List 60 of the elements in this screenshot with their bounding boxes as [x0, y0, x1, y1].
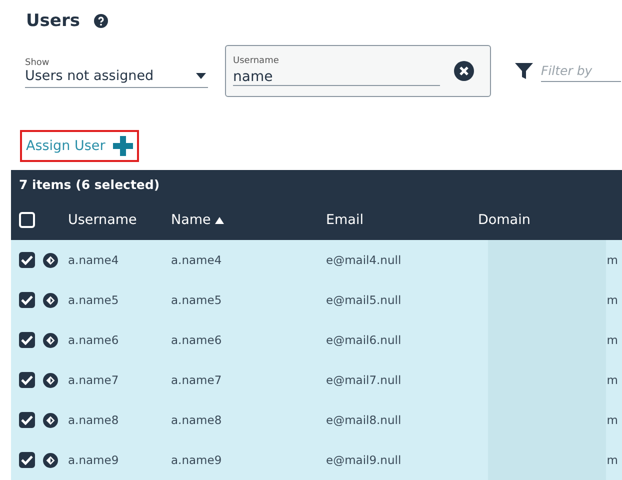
- table-cell-text: a.name9: [171, 453, 223, 467]
- column-header[interactable]: Email: [326, 212, 478, 228]
- row-checkbox[interactable]: [19, 292, 35, 308]
- filter-icon[interactable]: [515, 62, 533, 80]
- table-cell-text: a.name6: [68, 333, 120, 347]
- help-icon[interactable]: [94, 14, 108, 28]
- caret-icon: [196, 73, 206, 79]
- column-header[interactable]: Username: [68, 212, 171, 228]
- table-cell: m: [606, 453, 618, 467]
- table-cell-text: a.name8: [68, 413, 120, 427]
- table-cell-text: a.name7: [171, 373, 223, 387]
- table-row[interactable]: a.name5 a.name5 e@mail5.null m: [11, 280, 622, 320]
- row-checkbox[interactable]: [19, 412, 35, 428]
- diamond-icon: [43, 252, 58, 268]
- table-cell-text: e@mail8.null: [326, 413, 402, 427]
- table-cell-text: e@mail9.null: [326, 453, 402, 467]
- table-cell-text: e@mail4.null: [326, 253, 402, 267]
- page-title: Users: [26, 11, 80, 31]
- table-cell-text: a.name7: [68, 373, 120, 387]
- table-cell: m: [606, 413, 618, 427]
- table-cell-text: a.name5: [171, 293, 223, 307]
- table-cell-text: a.name4: [171, 253, 223, 267]
- row-checkbox[interactable]: [19, 452, 35, 468]
- diamond-icon: [43, 412, 58, 428]
- table-cell: m: [606, 293, 618, 307]
- table-cell-text: e@mail6.null: [326, 333, 402, 347]
- table-row[interactable]: a.name4 a.name4 e@mail4.null m: [11, 240, 622, 280]
- sort-ascending-icon: [214, 217, 224, 224]
- table-row[interactable]: a.name7 a.name7 e@mail7.null m: [11, 360, 622, 400]
- select-all-checkbox[interactable]: [19, 212, 35, 228]
- table-cell-text: e@mail7.null: [326, 373, 402, 387]
- diamond-icon: [43, 452, 58, 468]
- show-dropdown[interactable]: Show Users not assigned: [25, 58, 208, 88]
- filter-field[interactable]: Filter by: [541, 60, 621, 82]
- selection-summary: 7 items (6 selected): [18, 176, 161, 194]
- table-cell: m: [606, 373, 618, 387]
- row-checkbox[interactable]: [19, 372, 35, 388]
- table-cell-text: a.name4: [68, 253, 120, 267]
- table-row[interactable]: a.name9 a.name9 e@mail9.null m: [11, 440, 622, 480]
- table-cell-text: a.name8: [171, 413, 223, 427]
- table-cell-text: a.name6: [171, 333, 223, 347]
- table-cell-text: e@mail5.null: [326, 293, 402, 307]
- column-header[interactable]: Name: [171, 212, 326, 228]
- plus-icon: [113, 136, 134, 156]
- table-cell: m: [606, 333, 618, 347]
- diamond-icon: [43, 332, 58, 348]
- clear-icon[interactable]: [454, 61, 474, 81]
- assign-user-button[interactable]: Assign User: [20, 130, 140, 162]
- column-header[interactable]: Domain: [478, 212, 618, 228]
- table-cell: m: [606, 253, 618, 267]
- diamond-icon: [43, 292, 58, 308]
- diamond-icon: [43, 372, 58, 388]
- username-field[interactable]: Username name: [225, 45, 491, 97]
- table-row[interactable]: a.name6 a.name6 e@mail6.null m: [11, 320, 622, 360]
- table-cell-text: a.name9: [68, 453, 120, 467]
- row-checkbox[interactable]: [19, 332, 35, 348]
- table-cell-text: a.name5: [68, 293, 120, 307]
- table-row[interactable]: a.name8 a.name8 e@mail8.null m: [11, 400, 622, 440]
- username-input[interactable]: name: [233, 69, 440, 86]
- row-checkbox[interactable]: [19, 252, 35, 268]
